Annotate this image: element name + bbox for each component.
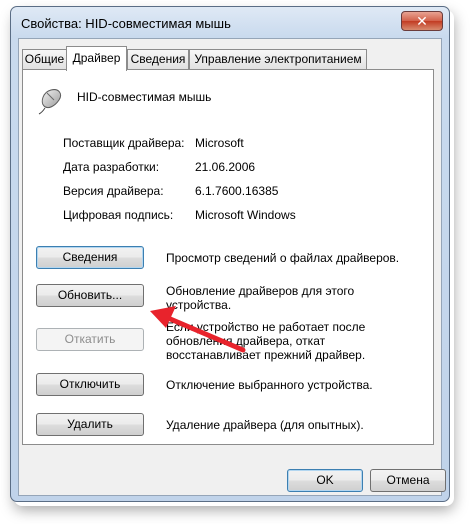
title-bar[interactable]: Свойства: HID-совместимая мышь ✕	[11, 7, 449, 39]
driver-provider-label: Поставщик драйвера:	[63, 136, 185, 150]
digital-signer-label: Цифровая подпись:	[63, 208, 174, 222]
driver-details-description: Просмотр сведений о файлах драйверов.	[166, 251, 400, 265]
roll-back-driver-description: Если устройство не работает после обновл…	[166, 320, 366, 362]
tab-driver[interactable]: Драйвер	[66, 46, 127, 71]
tab-details[interactable]: Сведения	[127, 49, 189, 69]
close-icon: ✕	[416, 13, 428, 29]
tab-power-management[interactable]: Управление электропитанием	[189, 49, 367, 69]
uninstall-driver-description: Удаление драйвера (для опытных).	[166, 418, 364, 432]
driver-version-value: 6.1.7600.16385	[195, 184, 279, 198]
disable-device-description: Отключение выбранного устройства.	[166, 378, 373, 392]
driver-provider-value: Microsoft	[195, 136, 244, 150]
close-button[interactable]: ✕	[401, 11, 443, 31]
cancel-button[interactable]: Отмена	[370, 469, 446, 492]
update-driver-button[interactable]: Обновить...	[36, 284, 144, 307]
dialog-client-area: Общие Драйвер Сведения Управление электр…	[18, 38, 446, 496]
properties-dialog: Свойства: HID-совместимая мышь ✕ Общие Д…	[10, 6, 450, 502]
mouse-icon	[38, 89, 62, 115]
driver-tab-panel: HID-совместимая мышь Поставщик драйвера:…	[22, 69, 434, 445]
update-driver-description: Обновление драйверов для этого устройств…	[166, 284, 355, 312]
uninstall-driver-button[interactable]: Удалить	[36, 413, 144, 436]
roll-back-driver-button[interactable]: Откатить	[36, 328, 144, 351]
device-name: HID-совместимая мышь	[77, 90, 212, 104]
driver-date-value: 21.06.2006	[195, 160, 256, 174]
driver-version-label: Версия драйвера:	[63, 184, 164, 198]
driver-details-button[interactable]: Сведения	[36, 246, 144, 269]
disable-device-button[interactable]: Отключить	[36, 373, 144, 396]
digital-signer-value: Microsoft Windows	[195, 208, 296, 222]
tab-general[interactable]: Общие	[22, 49, 67, 69]
window-title: Свойства: HID-совместимая мышь	[21, 16, 231, 31]
driver-date-label: Дата разработки:	[63, 160, 160, 174]
ok-button[interactable]: OK	[287, 469, 363, 492]
